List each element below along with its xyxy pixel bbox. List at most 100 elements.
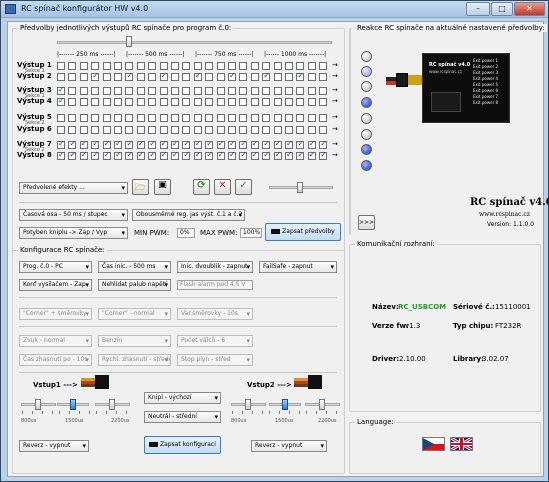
output-step-checkbox[interactable] bbox=[239, 87, 248, 95]
output-step-checkbox[interactable] bbox=[171, 87, 179, 95]
output-step-checkbox[interactable] bbox=[57, 126, 65, 134]
output-step-checkbox[interactable] bbox=[136, 126, 145, 134]
output-step-checkbox[interactable] bbox=[91, 98, 100, 106]
output-step-checkbox[interactable] bbox=[102, 87, 111, 95]
output-step-checkbox[interactable] bbox=[79, 114, 88, 122]
output-step-checkbox[interactable] bbox=[250, 73, 259, 81]
output-step-checkbox[interactable] bbox=[159, 62, 168, 70]
save-button[interactable]: ▣ bbox=[154, 179, 171, 195]
output-step-checkbox[interactable] bbox=[239, 150, 248, 160]
output-step-checkbox[interactable] bbox=[68, 114, 77, 122]
output-step-checkbox[interactable] bbox=[125, 114, 134, 122]
vstup1-min-thumb[interactable] bbox=[35, 399, 41, 410]
output-step-checkbox[interactable] bbox=[307, 62, 316, 70]
output-step-checkbox[interactable] bbox=[262, 150, 271, 160]
english-flag-button[interactable] bbox=[450, 437, 473, 451]
timeline-track[interactable] bbox=[57, 41, 332, 44]
output-step-checkbox[interactable] bbox=[239, 73, 248, 81]
output-step-checkbox[interactable] bbox=[273, 114, 282, 122]
output-step-checkbox[interactable] bbox=[296, 139, 305, 149]
confirm-button[interactable]: ✓ bbox=[235, 179, 252, 195]
failsafe-select[interactable]: FailSafe - zapnut bbox=[259, 261, 337, 273]
output-step-checkbox[interactable] bbox=[205, 126, 214, 134]
output-step-checkbox[interactable] bbox=[307, 139, 316, 149]
output-step-checkbox[interactable] bbox=[319, 114, 328, 122]
voltage-select[interactable]: Nehlídat palub napětí bbox=[98, 279, 171, 291]
output-step-checkbox[interactable] bbox=[285, 98, 293, 106]
output-step-checkbox[interactable] bbox=[228, 126, 236, 134]
output-step-checkbox[interactable] bbox=[273, 87, 282, 95]
output-step-checkbox[interactable] bbox=[68, 73, 77, 81]
output-step-checkbox[interactable] bbox=[171, 126, 179, 134]
mode-select[interactable]: Časová osa - 50 ms / stupec bbox=[19, 209, 128, 221]
output-step-checkbox[interactable] bbox=[182, 150, 191, 160]
output-step-checkbox[interactable] bbox=[171, 62, 179, 70]
output-step-checkbox[interactable] bbox=[148, 126, 157, 134]
output-step-checkbox[interactable] bbox=[296, 126, 305, 134]
output-step-checkbox[interactable] bbox=[57, 150, 65, 160]
corner-normal-select[interactable]: "Corner" - normal bbox=[98, 308, 171, 320]
output-step-checkbox[interactable] bbox=[136, 98, 145, 106]
output-step-checkbox[interactable] bbox=[262, 126, 271, 134]
init-time-select[interactable]: Čas inic. - 500 ms bbox=[98, 261, 171, 273]
output-step-checkbox[interactable] bbox=[216, 87, 225, 95]
presets-select[interactable]: Předvolené efekty ... bbox=[19, 182, 128, 194]
output-step-checkbox[interactable] bbox=[216, 98, 225, 106]
output-step-checkbox[interactable] bbox=[182, 126, 191, 134]
signals-time-select[interactable]: Var.směrovky - 10s bbox=[177, 308, 253, 320]
output-step-checkbox[interactable] bbox=[239, 114, 248, 122]
output-step-checkbox[interactable] bbox=[307, 126, 316, 134]
revers2-select[interactable]: Reverz - vypnut bbox=[251, 440, 327, 452]
output-step-checkbox[interactable] bbox=[296, 114, 305, 122]
output-step-checkbox[interactable] bbox=[205, 98, 214, 106]
output-step-checkbox[interactable] bbox=[285, 139, 293, 149]
output-step-checkbox[interactable] bbox=[193, 98, 202, 106]
output-step-checkbox[interactable] bbox=[125, 87, 134, 95]
tx-config-select[interactable]: Konf vysílačem - Zap bbox=[19, 279, 92, 291]
pot-select[interactable]: Potyben kniplu -> Zap / Vyp bbox=[19, 227, 128, 239]
output-step-checkbox[interactable] bbox=[68, 98, 77, 106]
output-step-checkbox[interactable] bbox=[171, 98, 179, 106]
output-step-checkbox[interactable] bbox=[182, 73, 191, 81]
output-step-checkbox[interactable] bbox=[285, 73, 293, 81]
output-step-checkbox[interactable] bbox=[114, 62, 122, 70]
output-step-checkbox[interactable] bbox=[102, 126, 111, 134]
output-step-checkbox[interactable] bbox=[114, 114, 122, 122]
output-step-checkbox[interactable] bbox=[193, 87, 202, 95]
output-step-checkbox[interactable] bbox=[205, 150, 214, 160]
output-step-checkbox[interactable] bbox=[148, 62, 157, 70]
output-step-checkbox[interactable] bbox=[193, 126, 202, 134]
output-step-checkbox[interactable] bbox=[307, 87, 316, 95]
output-step-checkbox[interactable] bbox=[136, 62, 145, 70]
output-step-checkbox[interactable] bbox=[57, 114, 65, 122]
output-step-checkbox[interactable] bbox=[68, 150, 77, 160]
output-step-checkbox[interactable] bbox=[57, 96, 65, 106]
cancel-button[interactable]: ✕ bbox=[214, 179, 231, 195]
output-step-checkbox[interactable] bbox=[114, 126, 122, 134]
output-step-checkbox[interactable] bbox=[102, 139, 111, 149]
output-step-checkbox[interactable] bbox=[216, 139, 225, 149]
output-step-checkbox[interactable] bbox=[307, 98, 316, 106]
czech-flag-button[interactable] bbox=[422, 437, 445, 451]
program-select[interactable]: Prog. č.0 - PC bbox=[19, 261, 92, 273]
output-step-checkbox[interactable] bbox=[57, 139, 65, 149]
output-step-checkbox[interactable] bbox=[114, 139, 122, 149]
output-step-checkbox[interactable] bbox=[68, 139, 77, 149]
output-step-checkbox[interactable] bbox=[91, 150, 100, 160]
output-step-checkbox[interactable] bbox=[205, 62, 214, 70]
output-step-checkbox[interactable] bbox=[182, 62, 191, 70]
output-step-checkbox[interactable] bbox=[171, 150, 179, 160]
output-step-checkbox[interactable] bbox=[250, 150, 259, 160]
output-step-checkbox[interactable] bbox=[79, 62, 88, 70]
refresh-button[interactable]: ⟳ bbox=[193, 179, 210, 195]
output-step-checkbox[interactable] bbox=[216, 150, 225, 160]
output-step-checkbox[interactable] bbox=[307, 150, 316, 160]
output-step-checkbox[interactable] bbox=[182, 87, 191, 95]
output-step-checkbox[interactable] bbox=[68, 62, 77, 70]
output-step-checkbox[interactable] bbox=[262, 114, 271, 122]
output-step-checkbox[interactable] bbox=[125, 71, 134, 81]
output-step-checkbox[interactable] bbox=[136, 139, 145, 149]
write-presets-button[interactable]: Zapsat předvolby bbox=[265, 223, 341, 241]
stick-select[interactable]: Knipl - výchozí bbox=[144, 392, 221, 404]
corner-signals-select[interactable]: "Corner" + směrovky bbox=[19, 308, 92, 320]
